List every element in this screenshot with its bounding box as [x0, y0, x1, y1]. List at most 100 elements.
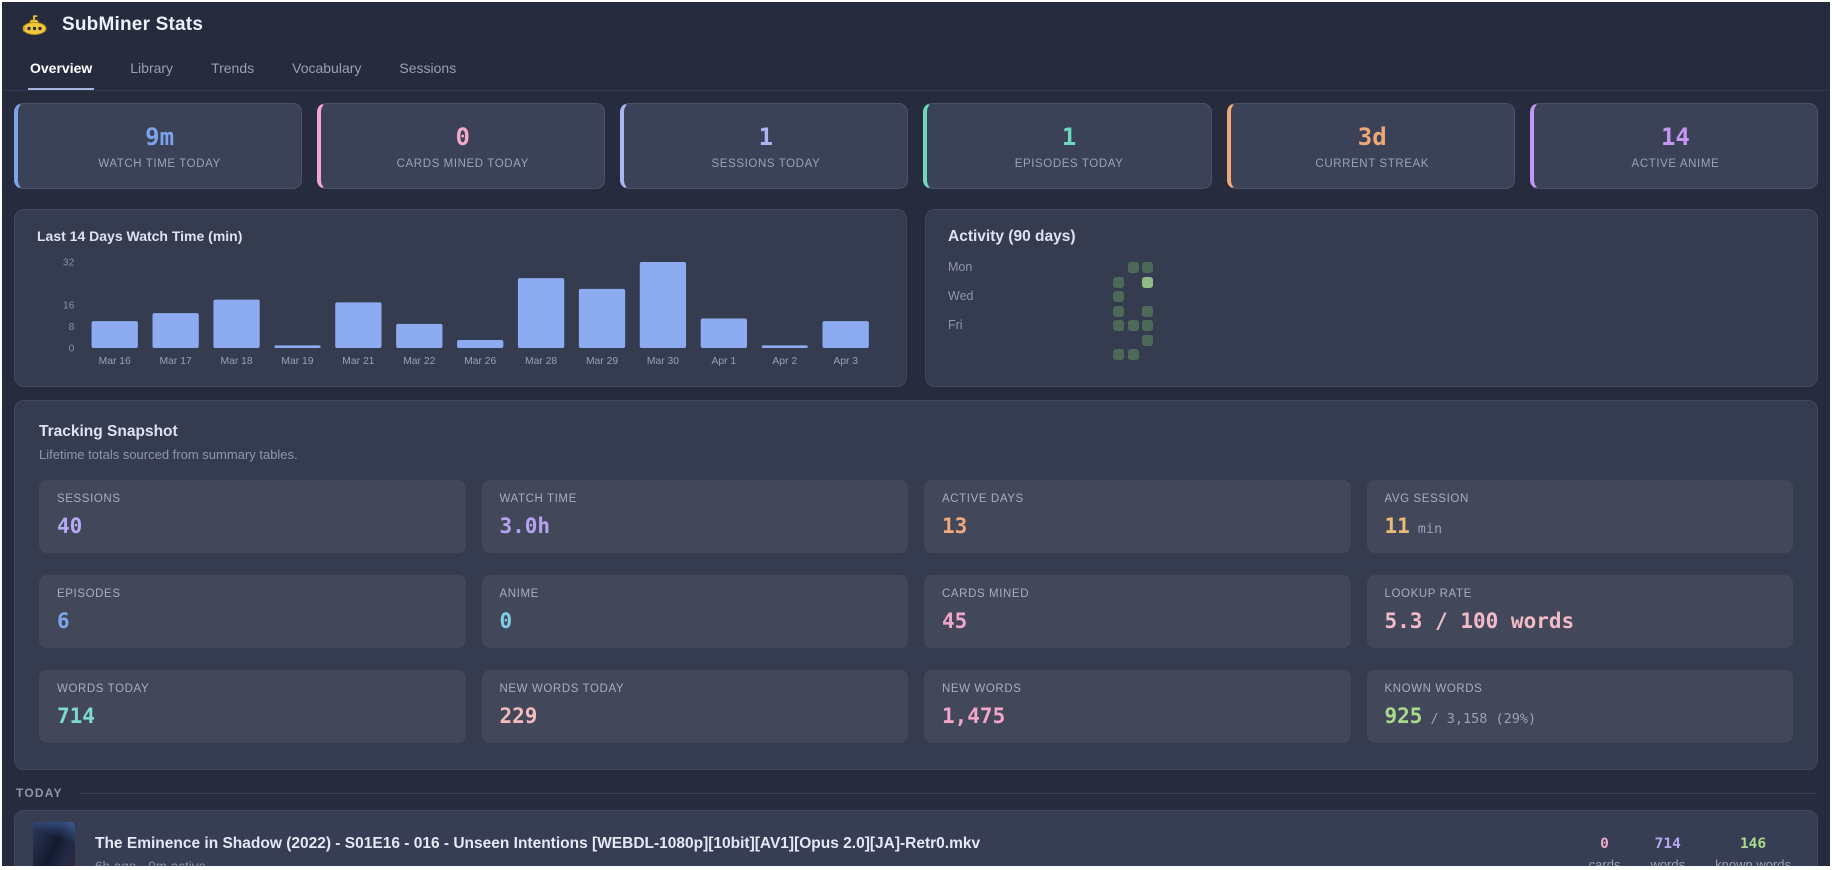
chart-bar	[152, 313, 198, 348]
activity-heatmap-panel: Activity (90 days) MonWedFri	[925, 209, 1818, 387]
chart-bar	[701, 318, 747, 348]
snapshot-tile: NEW WORDS 1,475	[924, 670, 1351, 743]
episode-mini-stat-value: 714	[1655, 836, 1681, 852]
heatmap-cell	[1142, 335, 1153, 346]
episode-mini-stat-label: known words	[1715, 857, 1791, 866]
y-axis-tick: 32	[63, 257, 75, 268]
snapshot-tile: WATCH TIME3.0h	[482, 480, 909, 553]
tab-bar: Overview Library Trends Vocabulary Sessi…	[2, 50, 1830, 91]
snapshot-tile-label: ACTIVE DAYS	[942, 493, 1333, 505]
chart-bar	[274, 345, 320, 348]
snapshot-tile: KNOWN WORDS925/ 3,158 (29%)	[1367, 670, 1794, 743]
episode-mini-stat-label: cards	[1589, 857, 1621, 866]
heatmap-row-label: Fri	[948, 319, 963, 331]
x-axis-label: Apr 1	[712, 356, 737, 367]
watch-time-chart-panel: Last 14 Days Watch Time (min) 0 8 16 32 Mar …	[14, 209, 907, 387]
chart-bar	[823, 321, 869, 348]
stat-card-label: SESSIONS TODAY	[712, 158, 821, 170]
snapshot-tile-label: NEW WORDS TODAY	[500, 683, 891, 695]
snapshot-tile-value: 11	[1385, 514, 1410, 538]
snapshot-tile-label: EPISODES	[57, 588, 448, 600]
chart-bar	[762, 345, 808, 348]
snapshot-tile-label: NEW WORDS	[942, 683, 1333, 695]
snapshot-tile: WORDS TODAY 714	[39, 670, 466, 743]
tab-vocabulary[interactable]: Vocabulary	[290, 50, 363, 90]
heatmap-cell	[1113, 349, 1124, 360]
y-axis-tick: 16	[63, 300, 75, 311]
x-axis-label: Apr 2	[772, 356, 797, 367]
heatmap-cell	[1142, 320, 1153, 331]
x-axis-label: Mar 18	[220, 356, 252, 367]
x-axis-label: Mar 22	[403, 356, 435, 367]
x-axis-label: Mar 30	[647, 356, 679, 367]
today-divider	[79, 793, 1816, 794]
episode-mini-stat-label: words	[1650, 857, 1685, 866]
episode-text: The Eminence in Shadow (2022) - S01E16 -…	[95, 835, 1569, 867]
episode-mini-stat: 714 words	[1650, 836, 1685, 866]
snapshot-tile-label: WATCH TIME	[500, 493, 891, 505]
stat-card-label: CARDS MINED TODAY	[397, 158, 529, 170]
panels-row: Last 14 Days Watch Time (min) 0 8 16 32 Mar …	[14, 209, 1818, 387]
snapshot-tile: EPISODES 6	[39, 575, 466, 648]
submarine-icon	[22, 14, 48, 36]
stat-card: 14 ACTIVE ANIME	[1530, 103, 1818, 189]
heatmap-row-label: Mon	[948, 261, 972, 273]
stat-card-value: 14	[1661, 123, 1690, 151]
snapshot-tile: SESSIONS 40	[39, 480, 466, 553]
tracking-snapshot-panel: Tracking Snapshot Lifetime totals source…	[14, 400, 1818, 770]
chart-bar	[579, 289, 625, 348]
y-axis-tick: 8	[69, 322, 75, 333]
stat-card-value: 1	[759, 123, 773, 151]
stat-card-value: 0	[456, 123, 470, 151]
stat-card: 1 SESSIONS TODAY	[620, 103, 908, 189]
episode-mini-stat-value: 0	[1600, 836, 1609, 852]
x-axis-label: Mar 16	[99, 356, 131, 367]
chart-bar	[640, 262, 686, 348]
chart-bar	[518, 278, 564, 348]
snapshot-tile: ACTIVE DAYS13	[924, 480, 1351, 553]
tab-library[interactable]: Library	[128, 50, 175, 90]
heatmap-cell	[1142, 277, 1153, 288]
episode-mini-stat: 146 known words	[1715, 836, 1791, 866]
today-episode-row[interactable]: The Eminence in Shadow (2022) - S01E16 -…	[14, 810, 1818, 866]
stat-card: 9mWATCH TIME TODAY	[14, 103, 302, 189]
snapshot-tile-value: 1,475	[942, 704, 1005, 728]
x-axis-label: Mar 28	[525, 356, 557, 367]
chart-title: Last 14 Days Watch Time (min)	[37, 228, 884, 244]
chart-bar	[457, 340, 503, 348]
heatmap-cell	[1113, 277, 1124, 288]
snapshot-tile-value: 40	[57, 514, 82, 538]
activity-title: Activity (90 days)	[948, 228, 1795, 246]
episode-mini-stat-value: 146	[1740, 836, 1766, 852]
snapshot-subtitle: Lifetime totals sourced from summary tab…	[39, 447, 1793, 462]
snapshot-tile-label: LOOKUP RATE	[1385, 588, 1776, 600]
snapshot-tile-value: 714	[57, 704, 95, 728]
snapshot-tile-label: KNOWN WORDS	[1385, 683, 1776, 695]
heatmap-cell	[1113, 306, 1124, 317]
tab-sessions[interactable]: Sessions	[397, 50, 458, 90]
tab-overview[interactable]: Overview	[28, 50, 94, 90]
snapshot-tile-value: 6	[57, 609, 70, 633]
heatmap-cell	[1113, 291, 1124, 302]
tab-trends[interactable]: Trends	[209, 50, 256, 90]
episode-thumbnail	[33, 822, 75, 866]
snapshot-tile: NEW WORDS TODAY229	[482, 670, 909, 743]
snapshot-tile-label: SESSIONS	[57, 493, 448, 505]
snapshot-tile: LOOKUP RATE5.3 / 100 words	[1367, 575, 1794, 648]
heatmap-cell	[1142, 306, 1153, 317]
snapshot-tile-label: ANIME	[500, 588, 891, 600]
chart-bar	[92, 321, 138, 348]
snapshot-tile-label: CARDS MINED	[942, 588, 1333, 600]
x-axis-label: Mar 17	[160, 356, 192, 367]
x-axis-label: Mar 29	[586, 356, 618, 367]
snapshot-tile-label: WORDS TODAY	[57, 683, 448, 695]
heatmap-cell	[1128, 349, 1139, 360]
stat-card-label: ACTIVE ANIME	[1632, 158, 1720, 170]
today-section-header: TODAY	[16, 786, 1816, 800]
y-axis-tick: 0	[69, 343, 75, 354]
chart-bar	[213, 300, 259, 348]
app-window: SubMiner Stats Overview Library Trends V…	[2, 2, 1830, 866]
episode-mini-stat: 0 cards	[1589, 836, 1621, 866]
watch-time-bar-chart: 081632Mar 16Mar 17Mar 18Mar 19Mar 21Mar …	[37, 248, 884, 378]
activity-heatmap: MonWedFri	[948, 262, 1795, 366]
